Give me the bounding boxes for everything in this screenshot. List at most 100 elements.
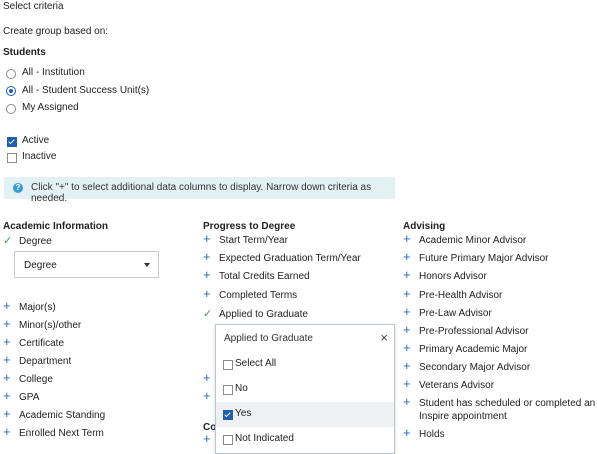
plus-icon[interactable]: + [403, 268, 419, 281]
plus-icon[interactable]: + [3, 317, 19, 330]
criterion-start-term[interactable]: + Start Term/Year [203, 232, 288, 248]
plus-icon[interactable]: + [403, 359, 419, 372]
criterion-label: Applied to Graduate [219, 309, 308, 320]
close-icon[interactable]: × [380, 330, 388, 345]
plus-icon[interactable]: + [3, 353, 19, 366]
option-no[interactable]: No [216, 377, 394, 402]
degree-label: Degree [19, 236, 52, 247]
criterion-label: Academic Standing [19, 410, 106, 421]
criterion-label: Primary Academic Major [419, 344, 528, 355]
criterion-label: Completed Terms [219, 290, 298, 301]
criterion-gpa[interactable]: + GPA [3, 389, 40, 405]
criterion-pre-law-advisor[interactable]: + Pre-Law Advisor [403, 305, 492, 321]
check-icon: ✓ [203, 308, 213, 320]
radio-all-student-success-units-label[interactable]: All - Student Success Unit(s) [22, 85, 149, 96]
plus-icon[interactable]: + [3, 335, 19, 348]
criterion-label: Minor(s)/other [19, 320, 82, 331]
criterion-label: Major(s) [19, 302, 56, 313]
option-label: Select All [235, 358, 277, 369]
criterion-label: Secondary Major Advisor [419, 362, 531, 373]
criterion-completed-terms[interactable]: + Completed Terms [203, 287, 298, 303]
criterion-label: Honors Advisor [419, 271, 487, 282]
plus-icon[interactable]: + [203, 250, 219, 263]
plus-icon[interactable]: + [403, 341, 419, 354]
criterion-total-credits[interactable]: + Total Credits Earned [203, 268, 310, 284]
option-checkbox[interactable] [223, 385, 233, 395]
criterion-honors-advisor[interactable]: + Honors Advisor [403, 268, 487, 284]
question-icon: ? [13, 183, 23, 193]
inactive-label[interactable]: Inactive [22, 151, 56, 162]
criterion-primary-academic-major[interactable]: + Primary Academic Major [403, 341, 528, 357]
criterion-applied-to-graduate[interactable]: ✓ Applied to Graduate [203, 307, 308, 321]
plus-icon[interactable]: + [403, 305, 419, 318]
info-banner: ? Click "+" to select additional data co… [4, 177, 395, 204]
criterion-pre-health-advisor[interactable]: + Pre-Health Advisor [403, 287, 502, 303]
criterion-label: Start Term/Year [219, 235, 288, 246]
criterion-inspire-appointment[interactable]: + Student has scheduled or completed an [403, 395, 596, 411]
degree-select-value: Degree [24, 260, 57, 271]
criterion-label: GPA [19, 392, 40, 403]
applied-to-graduate-dropdown: Applied to Graduate × Select All No Yes … [215, 324, 395, 454]
radio-my-assigned-label[interactable]: My Assigned [22, 102, 79, 113]
plus-icon[interactable]: + [203, 268, 219, 281]
plus-icon[interactable]: + [3, 389, 19, 402]
active-checkbox[interactable] [7, 137, 17, 147]
criterion-department[interactable]: + Department [3, 353, 72, 369]
plus-icon[interactable]: + [203, 287, 219, 300]
criterion-label: Veterans Advisor [419, 380, 495, 391]
page-title: Select criteria [3, 1, 64, 12]
criterion-veterans-advisor[interactable]: + Veterans Advisor [403, 377, 495, 393]
criterion-secondary-major-advisor[interactable]: + Secondary Major Advisor [403, 359, 531, 375]
plus-icon[interactable]: + [403, 232, 419, 245]
criterion-label: Pre-Law Advisor [419, 308, 492, 319]
caret-down-icon [144, 263, 150, 267]
plus-icon[interactable]: + [3, 371, 19, 384]
criterion-label-continued: Inspire appointment [419, 411, 507, 422]
degree-select[interactable]: Degree [14, 251, 159, 278]
plus-icon[interactable]: + [203, 232, 219, 245]
radio-my-assigned[interactable] [6, 104, 16, 114]
criterion-college[interactable]: + College [3, 371, 53, 387]
criterion-label: Total Credits Earned [219, 271, 310, 282]
option-not-indicated[interactable]: Not Indicated [216, 427, 394, 452]
inactive-checkbox[interactable] [7, 153, 17, 163]
option-yes[interactable]: Yes [216, 402, 394, 427]
plus-icon[interactable]: + [403, 395, 419, 408]
plus-icon[interactable]: + [403, 287, 419, 300]
criterion-academic-standing[interactable]: + Academic Standing [3, 407, 106, 423]
criterion-label: Holds [419, 429, 445, 440]
criterion-academic-minor-advisor[interactable]: + Academic Minor Advisor [403, 232, 527, 248]
criterion-enrolled-next-term[interactable]: + Enrolled Next Term [3, 425, 104, 441]
students-heading: Students [3, 47, 46, 58]
active-label[interactable]: Active [22, 135, 49, 146]
academic-information-heading: Academic Information [3, 221, 109, 232]
option-checkbox[interactable] [223, 410, 233, 420]
criterion-pre-professional-advisor[interactable]: + Pre-Professional Advisor [403, 323, 529, 339]
option-checkbox[interactable] [223, 435, 233, 445]
plus-icon[interactable]: + [403, 377, 419, 390]
radio-all-institution-label[interactable]: All - Institution [22, 67, 85, 78]
criterion-holds[interactable]: + Holds [403, 426, 445, 442]
degree-criterion[interactable]: ✓ Degree [3, 234, 52, 248]
criterion-certificate[interactable]: + Certificate [3, 335, 64, 351]
criterion-label: Academic Minor Advisor [419, 235, 527, 246]
plus-icon[interactable]: + [3, 425, 19, 438]
criterion-expected-graduation[interactable]: + Expected Graduation Term/Year [203, 250, 361, 266]
criterion-minors[interactable]: + Minor(s)/other [3, 317, 82, 333]
plus-icon[interactable]: + [3, 299, 19, 312]
radio-all-student-success-units[interactable] [6, 86, 16, 96]
radio-all-institution[interactable] [6, 69, 16, 79]
criterion-label: Department [19, 356, 72, 367]
progress-to-degree-heading: Progress to Degree [203, 221, 296, 232]
criterion-future-primary-major-advisor[interactable]: + Future Primary Major Advisor [403, 250, 548, 266]
criterion-label: Pre-Professional Advisor [419, 326, 529, 337]
plus-icon[interactable]: + [403, 250, 419, 263]
plus-icon[interactable]: + [3, 407, 19, 420]
option-select-all[interactable]: Select All [216, 352, 394, 377]
criterion-label: Student has scheduled or completed an [419, 398, 596, 409]
criterion-majors[interactable]: + Major(s) [3, 299, 56, 315]
plus-icon[interactable]: + [403, 426, 419, 439]
option-checkbox[interactable] [223, 360, 233, 370]
plus-icon[interactable]: + [403, 323, 419, 336]
group-basis-label: Create group based on: [3, 26, 109, 37]
